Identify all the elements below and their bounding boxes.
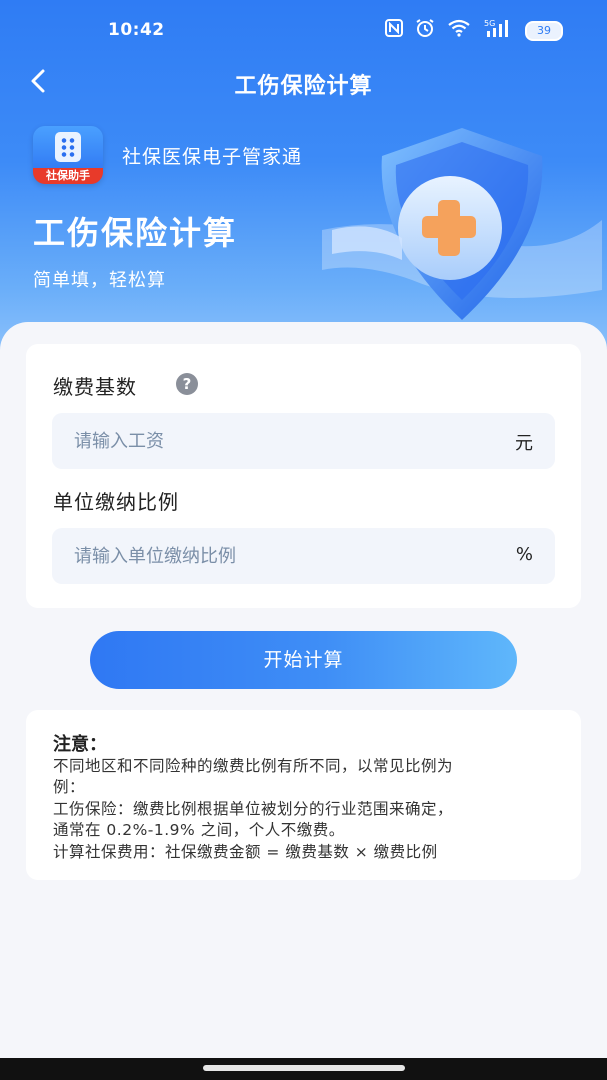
base-unit: 元: [515, 433, 533, 454]
ratio-input[interactable]: [74, 528, 474, 584]
notice-line: 例：: [53, 778, 86, 796]
notice-line: 计算社保费用：社保缴费金额 = 缴费基数 × 缴费比例: [53, 843, 438, 861]
calculator-icon: [55, 132, 81, 162]
signal-5g-icon: 5G: [483, 18, 513, 43]
wifi-icon: [447, 19, 471, 42]
notice-line: 通常在 0.2%-1.9% 之间，个人不缴费。: [53, 821, 345, 839]
home-indicator[interactable]: [203, 1065, 405, 1071]
nfc-icon: [385, 19, 403, 42]
notice-title: 注意：: [53, 734, 107, 755]
ratio-label: 单位缴纳比例: [53, 490, 179, 514]
base-input[interactable]: [74, 413, 474, 469]
signal-label: 5G: [484, 19, 495, 28]
base-input-box[interactable]: 元: [52, 413, 555, 469]
ratio-input-box[interactable]: %: [52, 528, 555, 584]
battery-indicator: 39: [525, 20, 563, 41]
ratio-unit: %: [515, 544, 533, 565]
page-title: 工伤保险计算: [234, 74, 373, 99]
status-time: 10:42: [108, 20, 165, 40]
hero-banner: 10:42 5G 39 工伤保险计算 社保助手 社保医保电子管家通 工伤保险计算: [0, 0, 607, 360]
start-calculation-button[interactable]: 开始计算: [90, 631, 517, 689]
status-bar: 10:42 5G 39: [0, 0, 607, 60]
base-label: 缴费基数: [53, 375, 137, 399]
help-icon[interactable]: ?: [176, 373, 198, 395]
hero-title: 工伤保险计算: [33, 214, 238, 252]
app-name: 社保医保电子管家通: [122, 146, 303, 168]
hero-subtitle: 简单填，轻松算: [33, 270, 166, 291]
nav-bar: 工伤保险计算: [0, 60, 607, 106]
notice-line: 工伤保险：缴费比例根据单位被划分的行业范围来确定，: [53, 800, 454, 818]
notice-line: 不同地区和不同险种的缴费比例有所不同，以常见比例为: [53, 757, 454, 775]
shield-plus-icon: [322, 128, 602, 320]
app-logo: 社保助手: [33, 126, 103, 184]
app-logo-label: 社保助手: [33, 168, 103, 184]
alarm-icon: [415, 18, 435, 43]
